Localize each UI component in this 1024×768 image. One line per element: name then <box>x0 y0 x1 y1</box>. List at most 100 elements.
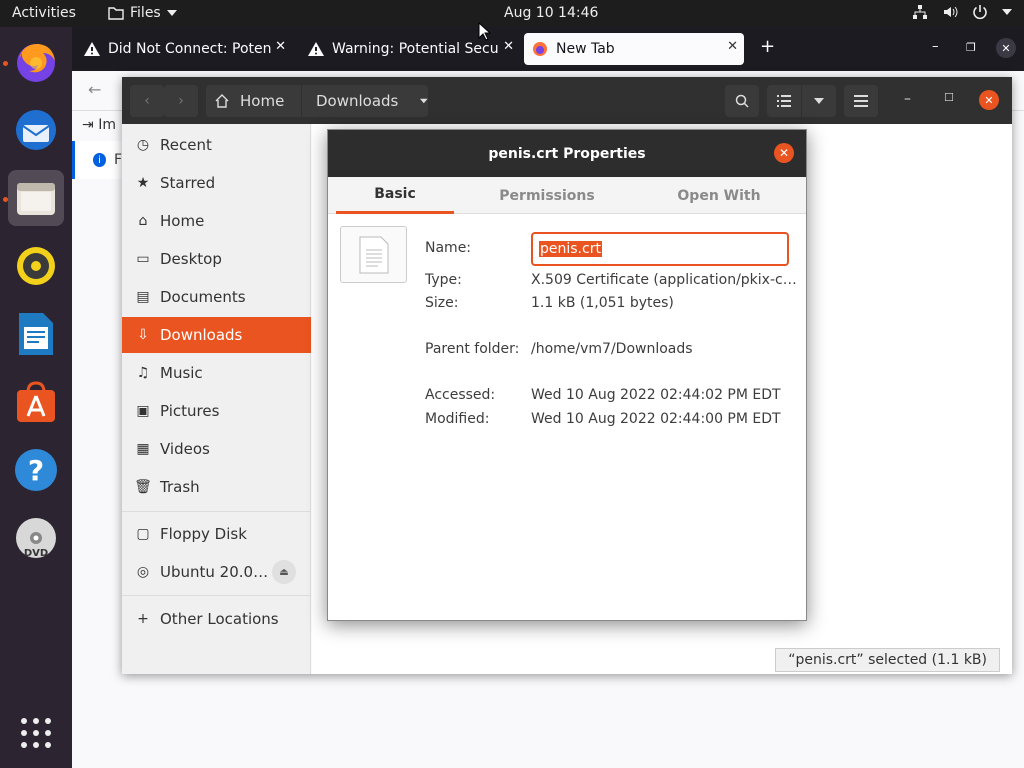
properties-dialog: penis.crt Properties ✕ Basic Permissions… <box>327 129 807 621</box>
sidebar-item-label: Recent <box>160 136 212 154</box>
close-icon[interactable]: ✕ <box>271 39 286 54</box>
sidebar-item-ubuntu-disc[interactable]: ◎ Ubuntu 20.0… ⏏ <box>122 554 311 590</box>
tab-strip: Did Not Connect: Potenti ✕ Warning: Pote… <box>72 27 1024 71</box>
clock[interactable]: Aug 10 14:46 <box>504 5 598 21</box>
back-button[interactable]: ‹ <box>130 85 164 117</box>
parent-folder-label: Parent folder: <box>425 341 520 357</box>
rhythmbox-icon[interactable] <box>8 238 64 294</box>
tab-permissions[interactable]: Permissions <box>478 177 616 214</box>
floppy-icon: ▢ <box>136 526 150 542</box>
firefox-icon[interactable] <box>8 34 64 90</box>
status-text: “penis.crt” selected (1.1 kB) <box>788 652 987 668</box>
breadcrumb-home[interactable]: Home <box>206 85 301 117</box>
sidebar-item-label: Home <box>160 212 205 230</box>
import-item[interactable]: ⇥ Im <box>82 117 116 133</box>
sidebar-item-downloads[interactable]: ⇩ Downloads <box>122 317 311 353</box>
name-value: penis.crt <box>539 241 602 257</box>
writer-icon[interactable] <box>8 306 64 362</box>
maximize-button[interactable]: ☐ <box>944 91 954 104</box>
name-label: Name: <box>425 240 472 256</box>
hamburger-icon <box>854 95 868 107</box>
download-icon: ⇩ <box>137 327 149 343</box>
sidebar-item-home[interactable]: ⌂ Home <box>122 203 311 239</box>
size-label: Size: <box>425 295 459 311</box>
browser-tab[interactable]: Did Not Connect: Potenti ✕ <box>76 33 292 65</box>
tab-label: Basic <box>374 186 416 202</box>
sidebar-item-label: Downloads <box>160 326 243 344</box>
list-view-button[interactable] <box>767 85 801 117</box>
tab-open-with[interactable]: Open With <box>648 177 790 214</box>
new-tab-button[interactable]: + <box>760 36 775 57</box>
app-menu-label: Files <box>130 5 161 21</box>
sidebar-item-label: Floppy Disk <box>160 525 247 543</box>
close-window-button[interactable]: ✕ <box>996 38 1016 58</box>
tab-label: Warning: Potential Securi <box>332 41 509 57</box>
chevron-down-icon <box>1002 9 1012 15</box>
tab-label: Open With <box>677 187 761 204</box>
app-grid-icon[interactable] <box>8 705 64 761</box>
warning-icon <box>84 42 100 56</box>
warning-icon <box>308 42 324 56</box>
sidebar-item-other-locations[interactable]: + Other Locations <box>122 601 311 637</box>
clock-icon: ◷ <box>136 137 150 153</box>
close-window-button[interactable]: ✕ <box>979 90 999 110</box>
chevron-down-icon <box>814 98 824 104</box>
menu-button[interactable] <box>844 85 878 117</box>
thunderbird-icon[interactable] <box>8 102 64 158</box>
svg-text:?: ? <box>28 454 44 487</box>
desktop-icon: ▭ <box>136 251 150 267</box>
files-icon[interactable] <box>8 170 64 226</box>
import-label: Im <box>98 117 116 133</box>
app-menu[interactable]: Files <box>108 5 177 21</box>
sidebar-item-desktop[interactable]: ▭ Desktop <box>122 241 311 277</box>
divider <box>122 595 311 596</box>
sidebar-item-pictures[interactable]: ▣ Pictures <box>122 393 311 429</box>
close-icon[interactable]: ✕ <box>499 39 514 54</box>
type-label: Type: <box>425 272 462 288</box>
search-button[interactable] <box>725 85 759 117</box>
star-icon: ★ <box>136 175 150 191</box>
restore-button[interactable]: ❐ <box>966 41 976 54</box>
sidebar-item-music[interactable]: ♫ Music <box>122 355 311 391</box>
view-options-button[interactable] <box>802 85 836 117</box>
close-dialog-button[interactable]: ✕ <box>774 143 794 163</box>
dialog-tabs: Basic Permissions Open With <box>328 177 806 214</box>
tab-basic[interactable]: Basic <box>336 177 454 214</box>
close-icon[interactable]: ✕ <box>727 39 738 54</box>
minimize-button[interactable]: – <box>904 91 911 107</box>
name-field[interactable]: penis.crt <box>531 232 789 266</box>
system-tray[interactable] <box>912 4 1012 20</box>
sidebar-item-floppy[interactable]: ▢ Floppy Disk <box>122 516 311 552</box>
picture-icon: ▣ <box>136 403 150 419</box>
browser-tab-active[interactable]: New Tab ✕ <box>524 33 744 65</box>
sidebar-item-videos[interactable]: ▦ Videos <box>122 431 311 467</box>
video-icon: ▦ <box>136 441 150 457</box>
back-arrow-icon[interactable]: ← <box>88 80 101 99</box>
chevron-down-icon <box>420 98 428 104</box>
info-icon: i <box>93 153 106 167</box>
software-icon[interactable] <box>8 374 64 430</box>
volume-icon <box>944 6 958 18</box>
parent-folder-value: /home/vm7/Downloads <box>531 341 693 357</box>
sidebar-item-recent[interactable]: ◷ Recent <box>122 127 311 163</box>
activities-button[interactable]: Activities <box>12 5 76 21</box>
divider <box>122 511 311 512</box>
breadcrumb-current-label: Downloads <box>316 92 399 110</box>
home-icon <box>215 94 229 108</box>
sidebar-item-documents[interactable]: ▤ Documents <box>122 279 311 315</box>
sidebar-item-trash[interactable]: 🗑 Trash <box>122 469 311 505</box>
sidebar-item-starred[interactable]: ★ Starred <box>122 165 311 201</box>
accessed-value: Wed 10 Aug 2022 02:44:02 PM EDT <box>531 387 781 403</box>
forward-button[interactable]: › <box>164 85 198 117</box>
minimize-button[interactable]: – <box>932 39 939 54</box>
svg-text:DVD: DVD <box>24 548 48 559</box>
status-bar: “penis.crt” selected (1.1 kB) <box>775 648 1000 672</box>
dialog-title: penis.crt Properties <box>488 145 646 162</box>
sidebar-item-label: Desktop <box>160 250 222 268</box>
help-icon[interactable]: ? <box>8 442 64 498</box>
info-label: F <box>113 152 122 168</box>
accessed-label: Accessed: <box>425 387 496 403</box>
dvd-icon[interactable]: DVD <box>8 510 64 566</box>
breadcrumb-current[interactable]: Downloads <box>302 85 428 117</box>
eject-icon[interactable]: ⏏ <box>272 560 296 584</box>
